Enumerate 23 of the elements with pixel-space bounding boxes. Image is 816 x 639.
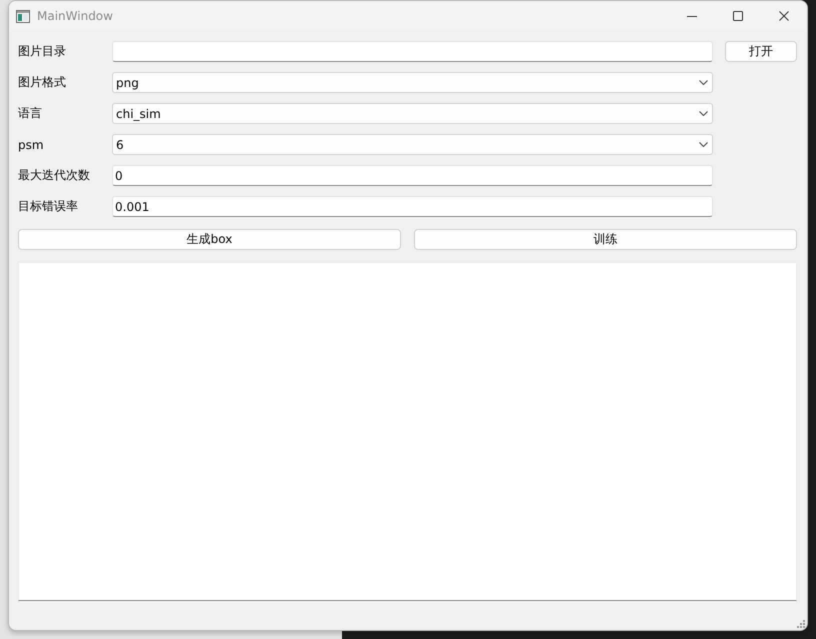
action-button[interactable]: 训练 [414,229,797,250]
input-field[interactable]: 0 [112,165,713,186]
field-label: 语言 [18,105,43,122]
dropdown-field[interactable]: 6 [112,134,713,155]
size-grip-icon [797,620,805,628]
window-icon [16,10,30,22]
window-title: MainWindow [37,9,113,23]
chevron-down-icon [699,80,708,85]
maximize-icon [733,11,743,21]
field-label: 最大迭代次数 [18,167,91,184]
field-label: 图片格式 [18,74,67,91]
field-label: psm [18,138,45,152]
chevron-down-icon [699,142,708,147]
dropdown-field[interactable]: png [112,72,713,93]
input-field[interactable] [112,41,713,62]
dropdown-field[interactable]: chi_sim [112,103,713,124]
input-field[interactable]: 0.001 [112,196,713,217]
field-label: 图片目录 [18,43,67,60]
browse-button[interactable]: 打开 [725,41,797,62]
close-icon [779,11,789,21]
action-button[interactable]: 生成box [18,229,401,250]
chevron-down-icon [699,111,708,116]
field-label: 目标错误率 [18,198,79,215]
